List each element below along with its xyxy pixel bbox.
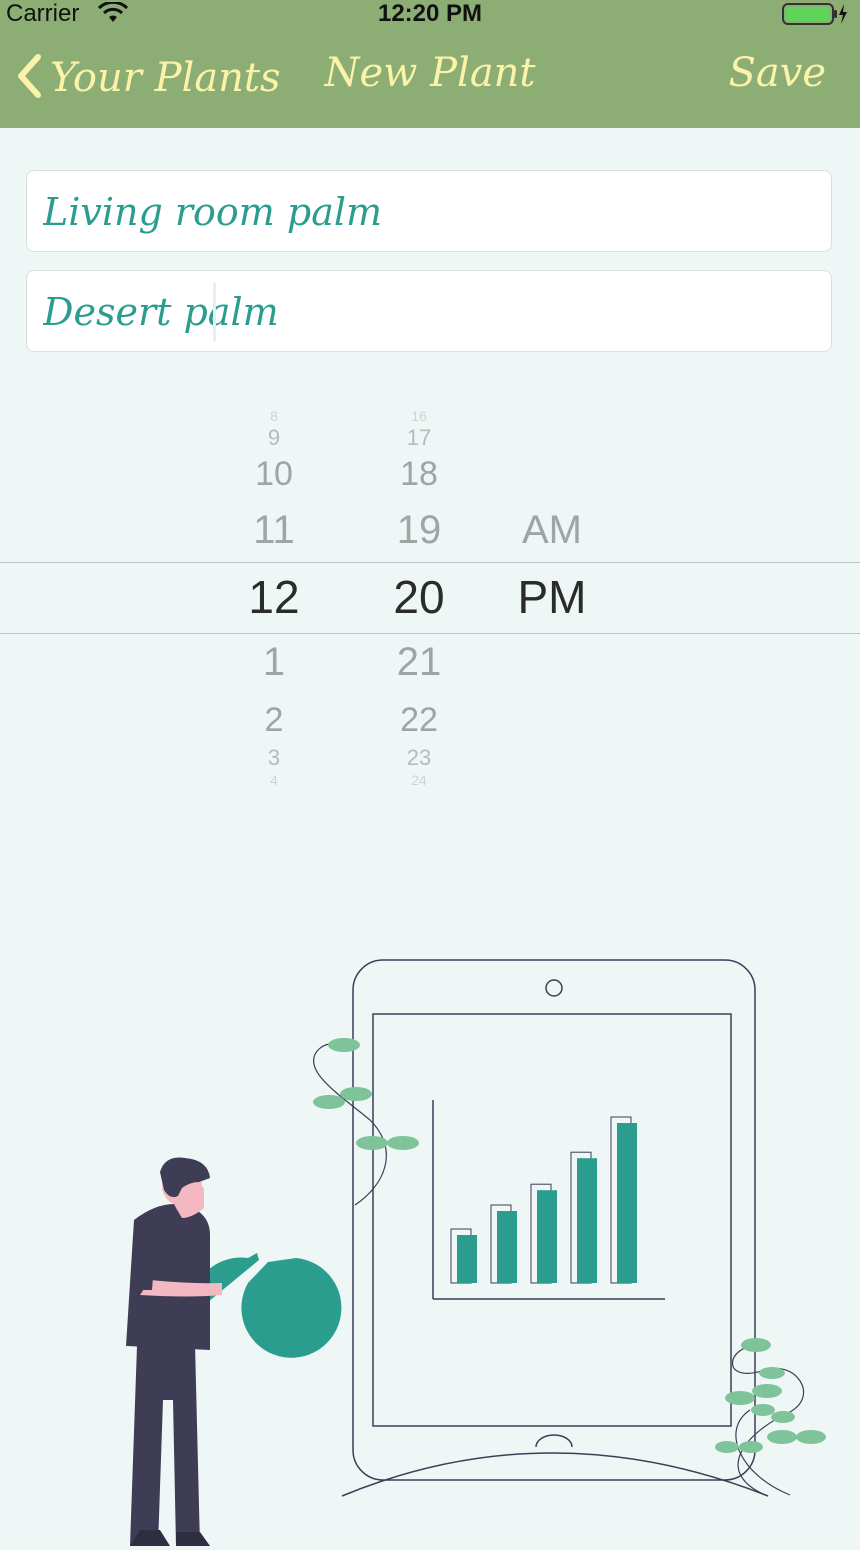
minute-option[interactable]: 16 xyxy=(411,408,427,424)
pie-chart-graphic xyxy=(208,1253,342,1358)
plant-type-input[interactable] xyxy=(41,271,835,353)
minute-option[interactable]: 22 xyxy=(400,701,438,740)
hour-option[interactable]: 3 xyxy=(268,745,280,771)
bar xyxy=(537,1190,557,1283)
hour-option[interactable]: 4 xyxy=(270,772,278,788)
minute-option[interactable]: 24 xyxy=(411,772,427,788)
hour-option[interactable]: 9 xyxy=(268,425,280,451)
time-picker[interactable]: 8 9 10 11 12 1 2 3 4 16 17 18 19 20 21 22 23 24 AM PM xyxy=(0,405,860,788)
minute-option[interactable]: 17 xyxy=(407,425,431,451)
minute-option[interactable]: 21 xyxy=(397,640,442,685)
status-bar: Carrier 12:20 PM xyxy=(0,0,860,28)
analytics-illustration xyxy=(100,950,840,1550)
bar xyxy=(457,1235,477,1283)
clock-time: 12:20 PM xyxy=(377,0,483,27)
hour-option[interactable]: 11 xyxy=(253,508,295,553)
period-option[interactable]: AM xyxy=(522,508,582,553)
back-label: Your Plants xyxy=(50,55,281,101)
chevron-left-icon xyxy=(16,54,42,102)
back-button[interactable]: Your Plants xyxy=(16,48,281,108)
minute-option[interactable]: 19 xyxy=(397,508,442,553)
plant-type-field[interactable] xyxy=(26,270,835,353)
text-cursor xyxy=(213,283,216,341)
hour-option[interactable]: 12 xyxy=(248,570,299,624)
bar xyxy=(497,1211,517,1283)
navigation-bar: Your Plants New Plant Save xyxy=(0,28,860,128)
hour-option[interactable]: 8 xyxy=(270,408,278,424)
hour-option[interactable]: 10 xyxy=(255,455,293,494)
minute-option[interactable]: 20 xyxy=(393,570,444,624)
bar xyxy=(617,1123,637,1283)
bar xyxy=(577,1158,597,1283)
tablet-bar-chart xyxy=(432,1100,665,1300)
save-button[interactable]: Save xyxy=(728,50,826,96)
person-figure xyxy=(126,1157,222,1546)
period-option[interactable]: PM xyxy=(518,570,587,624)
left-vine-leaves xyxy=(312,1038,419,1206)
plant-name-input[interactable] xyxy=(41,171,835,253)
hour-option[interactable]: 2 xyxy=(265,701,284,740)
minute-option[interactable]: 23 xyxy=(407,745,431,771)
battery-icon xyxy=(782,2,848,30)
minute-option[interactable]: 18 xyxy=(400,455,438,494)
plant-name-field[interactable] xyxy=(26,170,835,253)
hour-option[interactable]: 1 xyxy=(263,640,285,685)
